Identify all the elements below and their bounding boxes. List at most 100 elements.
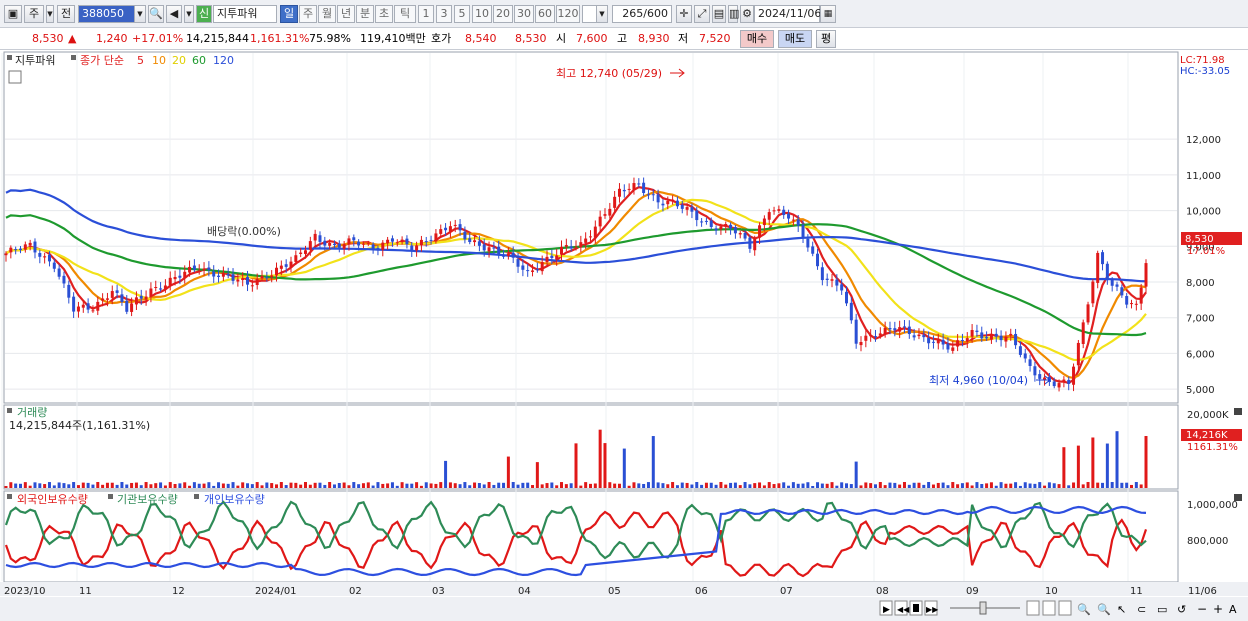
period-tab-second[interactable]: 초 (375, 5, 393, 23)
calendar-icon[interactable]: ▦ (820, 5, 836, 23)
cursor-icon[interactable]: ↖ (1117, 603, 1126, 616)
print-icon[interactable]: ▥ (728, 5, 739, 23)
search-icon[interactable]: 🔍 (148, 5, 164, 23)
volume-bar (719, 482, 723, 488)
candle-body (598, 216, 602, 227)
interval-1[interactable]: 1 (418, 5, 434, 23)
candle-body (81, 304, 85, 308)
sound-dropdown-icon[interactable]: ▼ (184, 5, 194, 23)
volume-bar (907, 484, 911, 488)
calculator-icon[interactable] (8, 70, 22, 84)
candle-body (337, 243, 341, 248)
volume-bar (1115, 431, 1119, 488)
interval-20[interactable]: 20 (493, 5, 513, 23)
period-tab-week[interactable]: 주 (299, 5, 317, 23)
candle-body (453, 224, 457, 226)
code-dropdown-icon[interactable]: ▼ (134, 5, 146, 23)
date-input[interactable]: 2024/11/06 (754, 5, 821, 23)
volume-bar (931, 484, 935, 488)
volume-bar (502, 482, 506, 488)
candle-body (1110, 279, 1114, 286)
candle-body (801, 224, 805, 238)
volume-bar (989, 482, 993, 488)
holdings-tick-mid: 800,000 (1187, 536, 1228, 547)
layout-button-3[interactable] (1058, 600, 1072, 616)
market-dropdown-icon[interactable]: ▼ (46, 5, 54, 23)
candle-body (303, 250, 307, 254)
candle-body (898, 327, 902, 332)
period-tab-month[interactable]: 월 (318, 5, 336, 23)
interval-3[interactable]: 3 (436, 5, 452, 23)
draw-tool-icon[interactable]: ⤢ (694, 5, 710, 23)
layout-button-1[interactable] (1026, 600, 1040, 616)
volume-bar (424, 482, 428, 488)
candle-body (951, 347, 955, 351)
y-tick-label: 6,000 (1186, 349, 1215, 360)
volume-panel-title: 거래량 (17, 406, 47, 419)
candle-body (521, 265, 525, 270)
fit-icon[interactable]: ▭ (1157, 603, 1167, 616)
volume-bar (463, 482, 467, 488)
sound-icon[interactable]: ◀ (166, 5, 182, 23)
zoom-out-icon[interactable]: 🔍 (1077, 602, 1091, 616)
prev-button[interactable]: 전 (57, 5, 75, 23)
candle-body (139, 295, 143, 299)
candle-body (970, 330, 974, 337)
interval-60[interactable]: 60 (535, 5, 555, 23)
candle-body (555, 255, 559, 260)
volume-bar (787, 485, 791, 488)
zoom-in-icon[interactable]: 🔍 (1097, 602, 1111, 616)
volume-maximize-icon[interactable] (1234, 408, 1242, 415)
save-icon[interactable]: ▤ (712, 5, 726, 23)
gear-icon[interactable]: ⚙ (740, 5, 754, 23)
market-select[interactable]: 주 (24, 5, 44, 23)
candle-body (1057, 383, 1061, 388)
volume-bar (661, 483, 665, 488)
avg-button[interactable]: 평 (816, 30, 836, 48)
volume-bar (1130, 484, 1134, 488)
reset-icon[interactable]: ↺ (1177, 603, 1186, 616)
crosshair-icon[interactable]: ✛ (676, 5, 692, 23)
candle-body (284, 264, 288, 267)
candle-body (608, 208, 612, 216)
magnet-icon[interactable]: ⊂ (1137, 603, 1146, 616)
interval-10[interactable]: 10 (472, 5, 492, 23)
period-tab-day[interactable]: 일 (280, 5, 298, 23)
sell-button[interactable]: 매도 (778, 30, 812, 48)
chart-area[interactable]: 12,00011,00010,0009,0008,0007,0006,0005,… (0, 50, 1248, 621)
volume-bar (4, 486, 8, 488)
volume-bar (405, 483, 409, 488)
volume-bar (975, 482, 979, 488)
period-tab-year[interactable]: 년 (337, 5, 355, 23)
interval-30[interactable]: 30 (514, 5, 534, 23)
minus-icon[interactable]: − (1197, 602, 1207, 616)
period-tab-minute[interactable]: 분 (356, 5, 374, 23)
candle-body (729, 224, 733, 229)
volume-bar (439, 482, 443, 488)
holdings-maximize-icon[interactable] (1234, 494, 1242, 501)
interval-5[interactable]: 5 (454, 5, 470, 23)
volume-bar (869, 483, 873, 488)
volume-bar (86, 482, 90, 488)
layout-button-2[interactable] (1042, 600, 1056, 616)
interval-dropdown-icon[interactable]: ▼ (596, 5, 608, 23)
font-size-icon[interactable]: A (1229, 603, 1237, 616)
candle-body (154, 286, 158, 288)
stock-code-input[interactable]: 388050 (78, 5, 136, 23)
zoom-slider-handle[interactable] (979, 601, 987, 615)
volume-bar (724, 484, 728, 488)
buy-button[interactable]: 매수 (740, 30, 774, 48)
plus-icon[interactable]: + (1213, 602, 1223, 616)
candle-body (28, 242, 32, 246)
volume-bar (96, 482, 100, 488)
count-value: 265 (622, 7, 644, 20)
candle-body (569, 246, 573, 249)
period-tab-tick[interactable]: 틱 (394, 5, 416, 23)
count-field[interactable]: 265/600 (612, 5, 672, 23)
stock-name-field[interactable]: 지투파워 (213, 5, 277, 23)
volume-bar (994, 485, 998, 488)
candle-body (1130, 303, 1134, 305)
volume-badge: 14,216K (1186, 430, 1228, 441)
interval-120[interactable]: 120 (556, 5, 580, 23)
window-menu-icon[interactable]: ▣ (4, 5, 22, 23)
